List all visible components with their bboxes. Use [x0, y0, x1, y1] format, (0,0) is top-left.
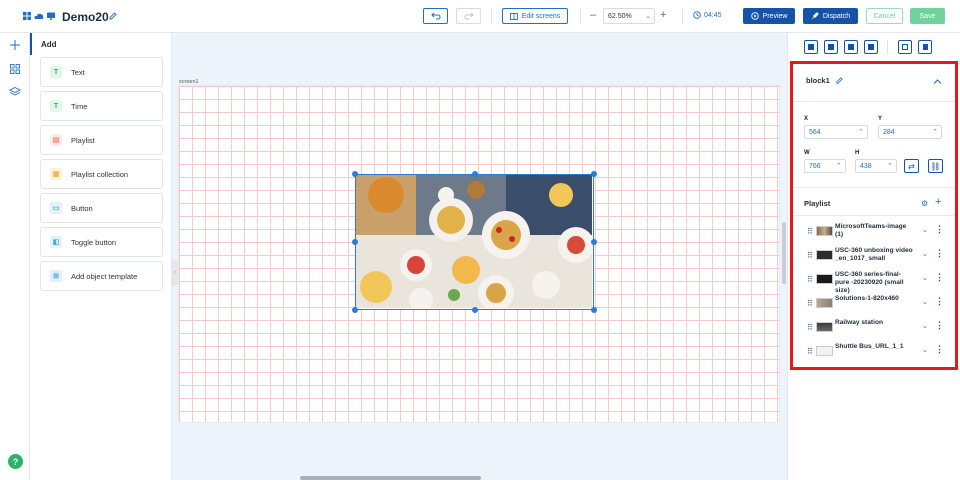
rocket-icon	[811, 12, 819, 20]
resize-handle[interactable]	[352, 171, 358, 177]
horizontal-scrollbar[interactable]	[300, 476, 481, 480]
resize-handle[interactable]	[591, 239, 597, 245]
vertical-scrollbar[interactable]	[782, 222, 786, 284]
resize-handle[interactable]	[352, 307, 358, 313]
chevron-down-icon: ⌄	[645, 13, 651, 20]
cancel-button[interactable]: Cancel	[866, 8, 903, 24]
preview-label: Preview	[762, 12, 788, 20]
add-panel: Add T Text T Time ▤ Playlist ▦ Playlist …	[30, 33, 172, 480]
zoom-in-button[interactable]: +	[660, 9, 666, 21]
windows-icon	[23, 12, 31, 20]
add-item-label: Time	[71, 101, 88, 111]
help-button[interactable]: ?	[8, 454, 23, 469]
add-icon[interactable]	[9, 39, 21, 51]
trash-icon[interactable]	[918, 40, 932, 54]
playlist-collection-icon: ▦	[50, 168, 62, 180]
undo-icon	[430, 12, 441, 20]
project-title: Demo20	[62, 10, 109, 24]
redo-button[interactable]	[456, 8, 481, 24]
block-image	[356, 175, 594, 312]
undo-button[interactable]	[423, 8, 448, 24]
template-icon: ⊞	[50, 270, 62, 282]
question-icon: ?	[12, 456, 19, 467]
add-item-playlist-collection[interactable]: ▦ Playlist collection	[40, 159, 163, 189]
toggle-button-icon: ◧	[50, 236, 62, 248]
add-item-toggle-button[interactable]: ◧ Toggle button	[40, 227, 163, 257]
divider	[887, 40, 888, 54]
preview-button[interactable]: Preview	[743, 8, 795, 24]
annotation-highlight-box	[790, 61, 958, 370]
duration-display: 04:45	[693, 11, 722, 19]
resize-handle[interactable]	[591, 171, 597, 177]
divider	[682, 9, 683, 23]
send-backward-icon[interactable]	[844, 40, 858, 54]
dispatch-label: Dispatch	[822, 12, 851, 20]
edit-title-icon[interactable]	[108, 11, 118, 21]
send-to-back-icon[interactable]	[864, 40, 878, 54]
add-panel-heading: Add	[30, 33, 172, 55]
add-item-playlist[interactable]: ▤ Playlist	[40, 125, 163, 155]
add-item-label: Button	[71, 203, 93, 213]
time-icon: T	[50, 100, 62, 112]
add-item-label: Playlist	[71, 135, 95, 145]
add-item-label: Toggle button	[71, 237, 117, 247]
add-item-button[interactable]: ▭ Button	[40, 193, 163, 223]
layers-icon[interactable]	[9, 86, 21, 98]
resize-handle[interactable]	[591, 307, 597, 313]
add-item-object-template[interactable]: ⊞ Add object template	[40, 261, 163, 291]
add-item-label: Text	[71, 67, 85, 77]
play-icon	[750, 12, 759, 20]
bring-to-front-icon[interactable]	[824, 40, 838, 54]
resize-handle[interactable]	[352, 239, 358, 245]
clock-icon	[693, 11, 701, 19]
screens-icon	[509, 12, 518, 20]
save-button[interactable]: Save	[910, 8, 945, 24]
redo-icon	[463, 12, 474, 20]
duration-text: 04:45	[704, 11, 722, 19]
copy-icon[interactable]	[898, 40, 912, 54]
playlist-icon: ▤	[50, 134, 62, 146]
edit-screens-button[interactable]: Edit screens	[502, 8, 568, 24]
divider	[580, 9, 581, 23]
display-icon	[47, 12, 55, 20]
top-bar: Demo20 Edit screens – 62.50% ⌄ + 04:45 P…	[0, 0, 960, 33]
dispatch-button[interactable]: Dispatch	[803, 8, 858, 24]
resize-handle[interactable]	[472, 307, 478, 313]
add-item-text[interactable]: T Text	[40, 57, 163, 87]
add-item-label: Add object template	[71, 271, 138, 281]
bring-forward-icon[interactable]	[804, 40, 818, 54]
zoom-value: 62.50%	[608, 13, 632, 20]
selected-block[interactable]	[355, 174, 594, 312]
resize-handle[interactable]	[472, 171, 478, 177]
zoom-out-button[interactable]: –	[590, 9, 596, 21]
add-item-label: Playlist collection	[71, 169, 129, 179]
divider	[491, 9, 492, 23]
cloud-icon	[34, 13, 44, 19]
left-rail	[0, 33, 30, 480]
button-icon: ▭	[50, 202, 62, 214]
zoom-select[interactable]: 62.50% ⌄	[603, 8, 655, 24]
add-item-time[interactable]: T Time	[40, 91, 163, 121]
text-icon: T	[50, 66, 62, 78]
grid-icon[interactable]	[9, 63, 21, 75]
edit-screens-label: Edit screens	[521, 12, 561, 20]
